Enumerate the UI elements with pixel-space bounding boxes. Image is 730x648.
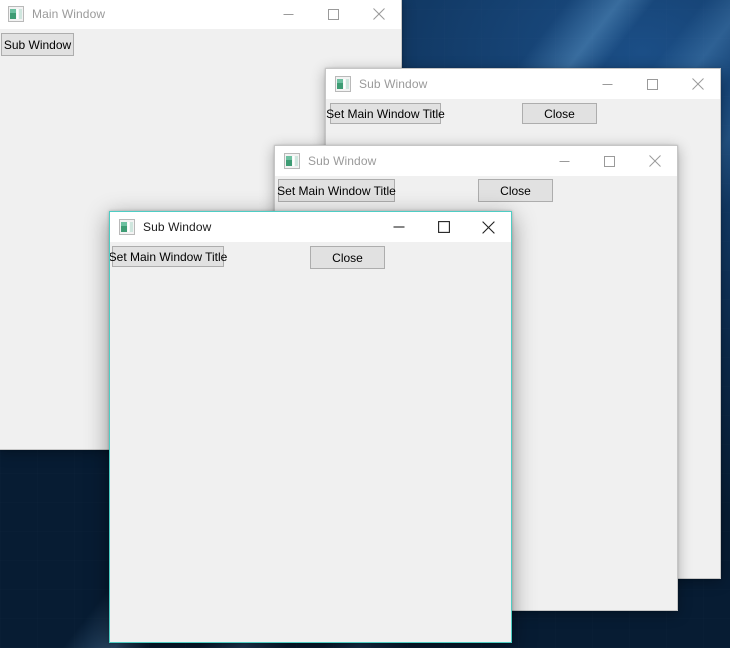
close-icon <box>482 221 495 234</box>
sub-window-1-title: Sub Window <box>359 77 427 91</box>
sub-window-1-caption-buttons <box>585 69 720 99</box>
close-icon <box>649 155 661 167</box>
maximize-button[interactable] <box>421 212 466 242</box>
sub-window-3[interactable]: Sub Window Set Main Window Title Clo <box>109 211 512 643</box>
main-window-title: Main Window <box>32 7 105 21</box>
set-main-window-title-button[interactable]: Set Main Window Title <box>278 179 395 202</box>
maximize-icon <box>647 79 658 90</box>
sub-window-3-title: Sub Window <box>143 220 211 234</box>
minimize-button[interactable] <box>266 0 311 29</box>
sub-window-2-title: Sub Window <box>308 154 376 168</box>
close-icon <box>373 8 385 20</box>
set-main-window-title-button[interactable]: Set Main Window Title <box>112 246 224 267</box>
sub-window-3-client-area: Set Main Window Title Close <box>110 242 511 642</box>
maximize-button[interactable] <box>587 146 632 176</box>
minimize-icon <box>602 79 613 90</box>
maximize-icon <box>604 156 615 167</box>
app-icon <box>119 219 135 235</box>
sub-window-3-titlebar[interactable]: Sub Window <box>110 212 511 242</box>
maximize-button[interactable] <box>630 69 675 99</box>
set-main-window-title-button[interactable]: Set Main Window Title <box>330 103 441 124</box>
app-icon <box>335 76 351 92</box>
sub-window-3-caption-buttons <box>376 212 511 242</box>
minimize-icon <box>393 221 405 233</box>
app-icon <box>8 6 24 22</box>
close-button[interactable] <box>632 146 677 176</box>
close-button[interactable] <box>356 0 401 29</box>
minimize-button[interactable] <box>585 69 630 99</box>
close-button[interactable]: Close <box>478 179 553 202</box>
main-window-caption-buttons <box>266 0 401 29</box>
main-window-titlebar[interactable]: Main Window <box>0 0 401 29</box>
sub-window-2-caption-buttons <box>542 146 677 176</box>
app-icon <box>284 153 300 169</box>
sub-window-1-titlebar[interactable]: Sub Window <box>326 69 720 99</box>
minimize-button[interactable] <box>376 212 421 242</box>
close-button[interactable] <box>466 212 511 242</box>
maximize-icon <box>438 221 450 233</box>
close-button[interactable]: Close <box>310 246 385 269</box>
close-button[interactable]: Close <box>522 103 597 124</box>
minimize-icon <box>283 9 294 20</box>
sub-window-2-titlebar[interactable]: Sub Window <box>275 146 677 176</box>
minimize-button[interactable] <box>542 146 587 176</box>
maximize-button[interactable] <box>311 0 356 29</box>
minimize-icon <box>559 156 570 167</box>
sub-window-button[interactable]: Sub Window <box>1 33 74 56</box>
close-button[interactable] <box>675 69 720 99</box>
close-icon <box>692 78 704 90</box>
maximize-icon <box>328 9 339 20</box>
